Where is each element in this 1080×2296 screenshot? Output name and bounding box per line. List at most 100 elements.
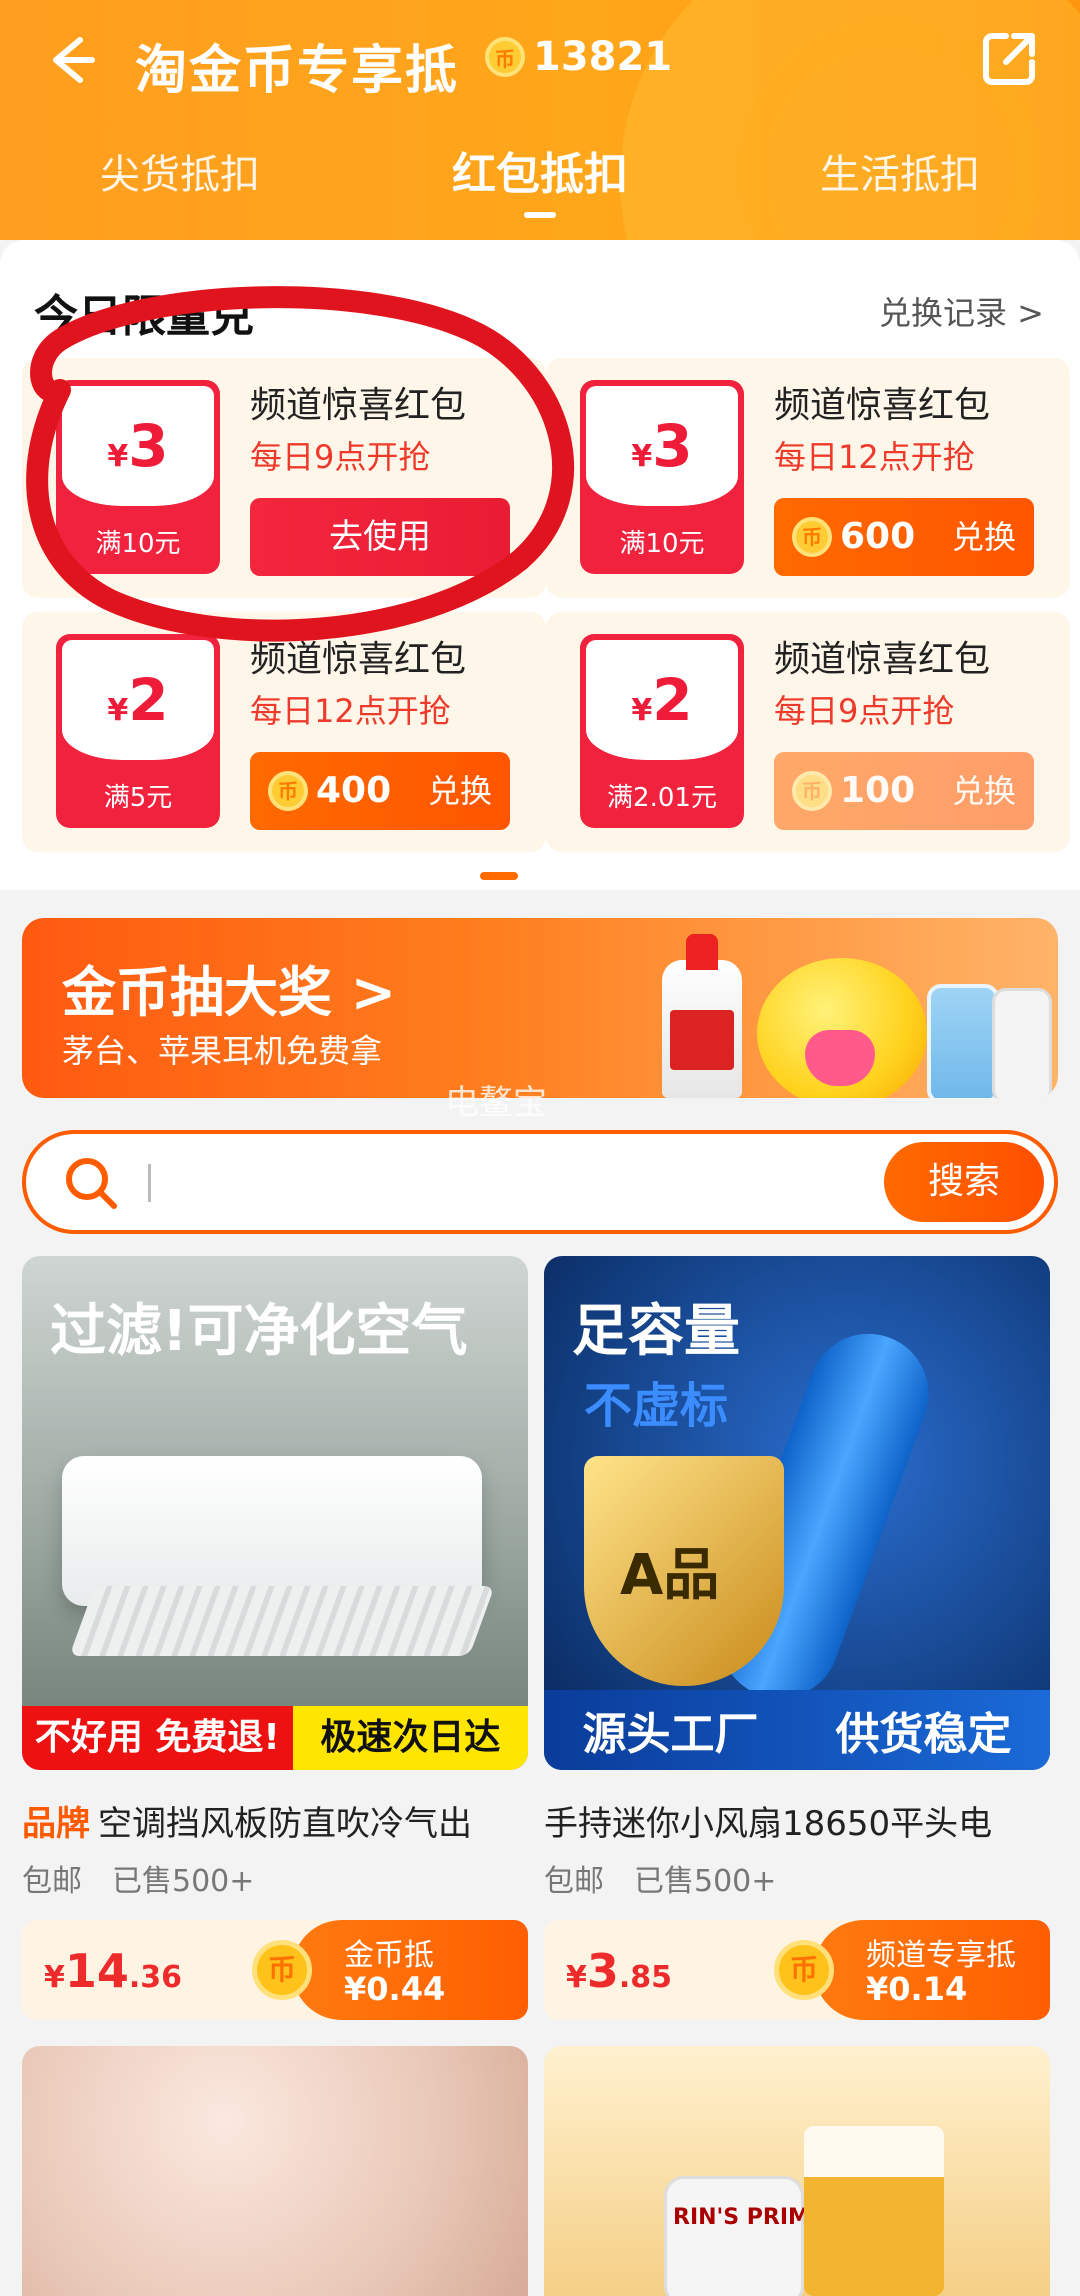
exchange-points: 600	[840, 516, 916, 557]
phone-image	[927, 984, 999, 1098]
beer-can-graphic: RIN'S PRIME BE	[664, 2176, 864, 2296]
price-symbol: ¥	[566, 1960, 587, 1995]
product-image-headline: 过滤!可净化空气	[50, 1299, 468, 1364]
phone-back-image	[992, 988, 1052, 1098]
coupon-ticket: ¥2 满5元	[56, 634, 220, 828]
coupon-time: 每日9点开抢	[250, 438, 431, 476]
mascot-image	[757, 958, 927, 1098]
product-image[interactable]: 足容量 不虚标 A品 源头工厂 供货稳定	[544, 1256, 1050, 1770]
page-title: 淘金币专享抵	[135, 41, 460, 101]
product-image-strip: 源头工厂 供货稳定	[544, 1690, 1050, 1770]
coin-icon: 币	[774, 1940, 834, 2000]
product-image-partial[interactable]: RIN'S PRIME BE	[544, 2046, 1050, 2296]
section-title: 今日限量兑	[34, 291, 254, 342]
coupon-condition: 满10元	[95, 529, 181, 559]
price-integer: 3	[586, 1944, 619, 1998]
tab-red-packet-deduction[interactable]: 红包抵扣	[360, 140, 720, 220]
coupon-amount: 2	[652, 666, 693, 734]
product-meta: 包邮 已售500+	[544, 1856, 806, 1900]
product-meta: 包邮 已售500+	[22, 1856, 284, 1900]
search-bar: 搜索	[22, 1130, 1058, 1234]
carousel-indicator	[480, 872, 518, 880]
coupon-currency: ¥	[631, 439, 653, 474]
air-conditioner-graphic	[62, 1456, 482, 1606]
beer-glass-graphic	[804, 2126, 944, 2296]
coupon-ticket: ¥3 满10元	[580, 380, 744, 574]
coin-balance-value: 13821	[533, 34, 673, 80]
product-image[interactable]: 过滤!可净化空气 不好用 免费退! 极速次日达	[22, 1256, 528, 1770]
exchange-coupon-button-disabled[interactable]: 币 100 兑换	[774, 752, 1034, 830]
shipping-label: 包邮	[544, 1864, 604, 1899]
product-title[interactable]: 品牌 空调挡风板防直吹冷气出	[22, 1796, 528, 1845]
coupon-time: 每日9点开抢	[774, 692, 955, 730]
search-button[interactable]: 搜索	[884, 1142, 1044, 1222]
price-decimal: .36	[128, 1960, 183, 1995]
tab-trendy-deduction[interactable]: 尖货抵扣	[0, 140, 360, 220]
strip-right-text: 极速次日达	[292, 1706, 528, 1770]
product-image-headline: 足容量	[572, 1299, 740, 1364]
exchange-label: 兑换	[951, 518, 1016, 556]
header: 淘金币专享抵 币 13821 尖货抵扣 红包抵扣 生活抵扣	[0, 0, 1080, 240]
deduct-value: ¥0.44	[344, 1970, 446, 2008]
price-bar[interactable]: ¥3.85 币 频道专享抵 ¥0.14	[544, 1920, 1050, 2020]
coupon-currency: ¥	[631, 693, 653, 728]
coin-deduct-badge: 币 频道专享抵 ¥0.14	[774, 1920, 1050, 2020]
exchange-record-link[interactable]: 兑换记录 >	[879, 288, 1044, 334]
price-integer: 14	[64, 1944, 129, 1998]
watermark: 电鳌宝	[445, 1083, 547, 1123]
deduct-label: 频道专享抵	[866, 1938, 1016, 1973]
price-decimal: .85	[618, 1960, 673, 1995]
exchange-coupon-button[interactable]: 币 400 兑换	[250, 752, 510, 830]
deflector-graphic	[69, 1586, 495, 1656]
shipping-label: 包邮	[22, 1864, 82, 1899]
coupon-card: ¥2 满2.01元 频道惊喜红包 每日9点开抢 币 100 兑换	[546, 612, 1070, 852]
deduct-value: ¥0.14	[866, 1970, 968, 2008]
coupon-time: 每日12点开抢	[250, 692, 451, 730]
use-coupon-button[interactable]: 去使用	[250, 498, 510, 576]
shield-graphic: A品	[584, 1456, 784, 1686]
exchange-coupon-button[interactable]: 币 600 兑换	[774, 498, 1034, 576]
coin-deduct-badge: 币 金币抵 ¥0.44	[252, 1920, 528, 2020]
exchange-points: 100	[840, 770, 916, 811]
coupon-card: ¥3 满10元 频道惊喜红包 每日9点开抢 去使用	[22, 358, 546, 598]
coupon-ticket: ¥3 满10元	[56, 380, 220, 574]
product-card[interactable]: 足容量 不虚标 A品 源头工厂 供货稳定 手持迷你小风扇18650平头电 包邮已…	[544, 1256, 1050, 2026]
coin-icon: 币	[268, 771, 308, 811]
search-input[interactable]	[148, 1164, 151, 1202]
coin-icon: 币	[252, 1940, 312, 2000]
exchange-label: 兑换	[951, 772, 1016, 810]
liquor-bottle-image	[662, 934, 742, 1098]
coupon-name: 频道惊喜红包	[774, 639, 991, 680]
coupon-name: 频道惊喜红包	[774, 385, 991, 426]
share-icon[interactable]	[978, 28, 1040, 90]
coupon-condition: 满5元	[103, 783, 173, 813]
price-bar[interactable]: ¥14.36 币 金币抵 ¥0.44	[22, 1920, 528, 2020]
tab-life-deduction[interactable]: 生活抵扣	[720, 140, 1080, 220]
exchange-label: 兑换	[427, 772, 492, 810]
coupon-condition: 满2.01元	[607, 783, 717, 813]
product-price: ¥14.36	[44, 1944, 182, 1998]
exchange-points: 400	[316, 770, 392, 811]
shield-badge-text: A品	[620, 1543, 720, 1608]
product-name: 手持迷你小风扇18650平头电	[544, 1804, 993, 1844]
coin-balance[interactable]: 币 13821	[485, 34, 672, 80]
banner-subtitle: 茅台、苹果耳机免费拿	[62, 1032, 383, 1070]
coupon-amount: 3	[128, 412, 169, 480]
back-arrow-icon[interactable]	[40, 30, 100, 90]
product-title[interactable]: 手持迷你小风扇18650平头电	[544, 1796, 1050, 1845]
product-card[interactable]: 过滤!可净化空气 不好用 免费退! 极速次日达 品牌 空调挡风板防直吹冷气出 包邮…	[22, 1256, 528, 2026]
product-image-partial[interactable]	[22, 2046, 528, 2296]
strip-left-text: 源头工厂	[582, 1709, 759, 1760]
search-icon	[66, 1158, 117, 1209]
sold-count: 已售500+	[634, 1864, 777, 1899]
lucky-draw-banner[interactable]: 金币抽大奖 > 茅台、苹果耳机免费拿	[22, 918, 1058, 1098]
coupon-ticket: ¥2 满2.01元	[580, 634, 744, 828]
banner-title: 金币抽大奖 >	[62, 961, 397, 1024]
coupon-currency: ¥	[107, 693, 129, 728]
coupon-condition: 满10元	[619, 529, 705, 559]
coupon-card: ¥2 满5元 频道惊喜红包 每日12点开抢 币 400 兑换	[22, 612, 546, 852]
coupon-time: 每日12点开抢	[774, 438, 975, 476]
sold-count: 已售500+	[112, 1864, 255, 1899]
price-symbol: ¥	[44, 1960, 65, 1995]
tab-bar: 尖货抵扣 红包抵扣 生活抵扣	[0, 140, 1080, 220]
